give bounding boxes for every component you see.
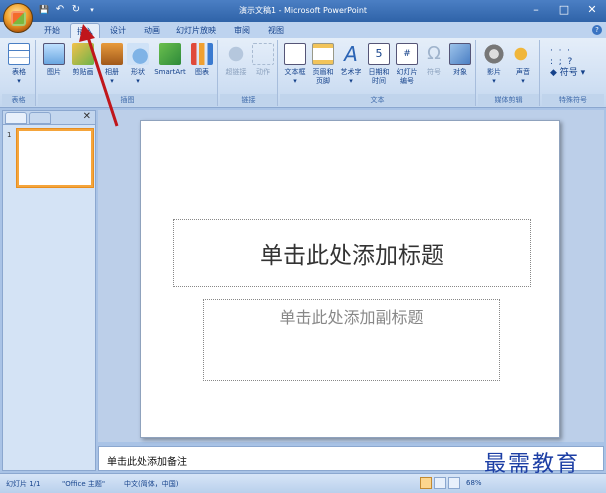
textbox-button[interactable]: 文本框 ▾ <box>282 43 308 86</box>
watermark: 最需教育 <box>484 452 581 477</box>
slides-panel: ✕ 1 <box>2 110 96 471</box>
table-button[interactable]: 表格 ▾ <box>6 43 32 86</box>
close-button[interactable]: ✕ <box>578 0 606 22</box>
sound-button[interactable]: 声音 ▾ <box>510 43 536 86</box>
outline-tab[interactable] <box>29 112 51 124</box>
group-text: 文本框 ▾ 页眉和 页脚 A 艺术字 ▾ 5 日期和 时间 # 幻灯片 编号 Ω… <box>280 40 476 106</box>
omega-icon: Ω <box>427 43 441 64</box>
slide-number-icon: # <box>396 43 418 65</box>
movie-button[interactable]: 影片 ▾ <box>481 43 507 86</box>
chart-button[interactable]: 图表 <box>190 43 214 77</box>
diamond-icon: ◆ <box>550 68 557 78</box>
group-illustrations: 图片 剪贴画 相册 ▾ 形状 ▾ SmartArt 图表 插图 <box>38 40 218 106</box>
table-icon <box>8 43 30 65</box>
hyperlink-icon <box>225 43 247 65</box>
hyperlink-button[interactable]: 超链接 <box>222 43 250 77</box>
smartart-icon <box>159 43 181 65</box>
group-label-tables: 表格 <box>2 94 35 106</box>
shapes-icon <box>127 43 149 65</box>
picture-icon <box>43 43 65 65</box>
group-special-symbols: · · · : ; ? ◆ 符号 ▾ 特殊符号 <box>542 40 604 106</box>
wordart-icon: A <box>344 42 358 66</box>
tab-view[interactable]: 视图 <box>262 23 290 38</box>
group-label-special-symbols: 特殊符号 <box>542 94 604 106</box>
title-bar: 💾 ↶ ↻ ▾ 演示文稿1 - Microsoft PowerPoint – □… <box>0 0 606 22</box>
subtitle-placeholder[interactable]: 单击此处添加副标题 <box>203 299 500 381</box>
slide-canvas[interactable]: 单击此处添加标题 单击此处添加副标题 <box>140 120 560 438</box>
slide-editor: 单击此处添加标题 单击此处添加副标题 <box>98 110 604 442</box>
slide-number: 1 <box>7 131 12 139</box>
minimize-button[interactable]: – <box>522 0 550 22</box>
slides-tab[interactable] <box>5 112 27 124</box>
help-icon[interactable]: ? <box>592 25 602 35</box>
picture-button[interactable]: 图片 <box>42 43 66 77</box>
group-label-illustrations: 插图 <box>38 94 217 106</box>
group-tables: 表格 ▾ 表格 <box>2 40 36 106</box>
slide-number-button[interactable]: # 幻灯片 编号 <box>394 43 420 86</box>
header-footer-button[interactable]: 页眉和 页脚 <box>310 43 336 86</box>
tab-animations[interactable]: 动画 <box>138 23 166 38</box>
slideshow-view-icon[interactable] <box>448 477 460 489</box>
language: 中文(简体，中国) <box>124 480 179 488</box>
office-logo-icon <box>11 11 26 26</box>
office-button[interactable] <box>3 3 33 33</box>
normal-view-icon[interactable] <box>420 477 432 489</box>
header-footer-icon <box>312 43 334 65</box>
datetime-icon: 5 <box>368 43 390 65</box>
shapes-button[interactable]: 形状 ▾ <box>126 43 150 86</box>
action-button[interactable]: 动作 <box>251 43 275 77</box>
window-title: 演示文稿1 - Microsoft PowerPoint <box>238 6 368 15</box>
object-icon <box>449 43 471 65</box>
smartart-button[interactable]: SmartArt <box>152 43 188 77</box>
movie-icon <box>483 43 505 65</box>
tab-review[interactable]: 审阅 <box>228 23 256 38</box>
slide-thumbnail[interactable] <box>17 129 93 187</box>
group-media: 影片 ▾ 声音 ▾ 媒体剪辑 <box>478 40 540 106</box>
special-symbols-grid[interactable]: · · · : ; ? ◆ 符号 ▾ <box>546 46 600 79</box>
theme-name: "Office 主题" <box>62 480 106 488</box>
chart-icon <box>191 43 213 65</box>
tab-slideshow[interactable]: 幻灯片放映 <box>172 23 220 38</box>
colon-question-icon: : ; ? <box>550 57 573 67</box>
maximize-button[interactable]: □ <box>550 0 578 22</box>
group-links: 超链接 动作 链接 <box>220 40 278 106</box>
datetime-button[interactable]: 5 日期和 时间 <box>366 43 392 86</box>
action-icon <box>252 43 274 65</box>
title-placeholder[interactable]: 单击此处添加标题 <box>173 219 531 287</box>
group-label-media: 媒体剪辑 <box>478 94 539 106</box>
object-button[interactable]: 对象 <box>448 43 472 77</box>
wordart-button[interactable]: A 艺术字 ▾ <box>338 43 364 86</box>
punctuation-icon: · · · <box>550 46 571 56</box>
group-label-text: 文本 <box>280 94 475 106</box>
annotation-arrow-icon <box>79 24 119 127</box>
sound-icon <box>512 43 534 65</box>
zoom-level[interactable]: 68% <box>466 479 482 487</box>
workspace: ✕ 1 单击此处添加标题 单击此处添加副标题 单击此处添加备注 <box>0 108 606 473</box>
slide-sorter-icon[interactable] <box>434 477 446 489</box>
symbol-button[interactable]: Ω 符号 <box>422 43 446 77</box>
slide-count: 幻灯片 1/1 <box>6 480 41 488</box>
group-label-links: 链接 <box>220 94 277 106</box>
special-symbol-label: 符号 <box>559 68 578 78</box>
tab-home[interactable]: 开始 <box>38 23 66 38</box>
textbox-icon <box>284 43 306 65</box>
